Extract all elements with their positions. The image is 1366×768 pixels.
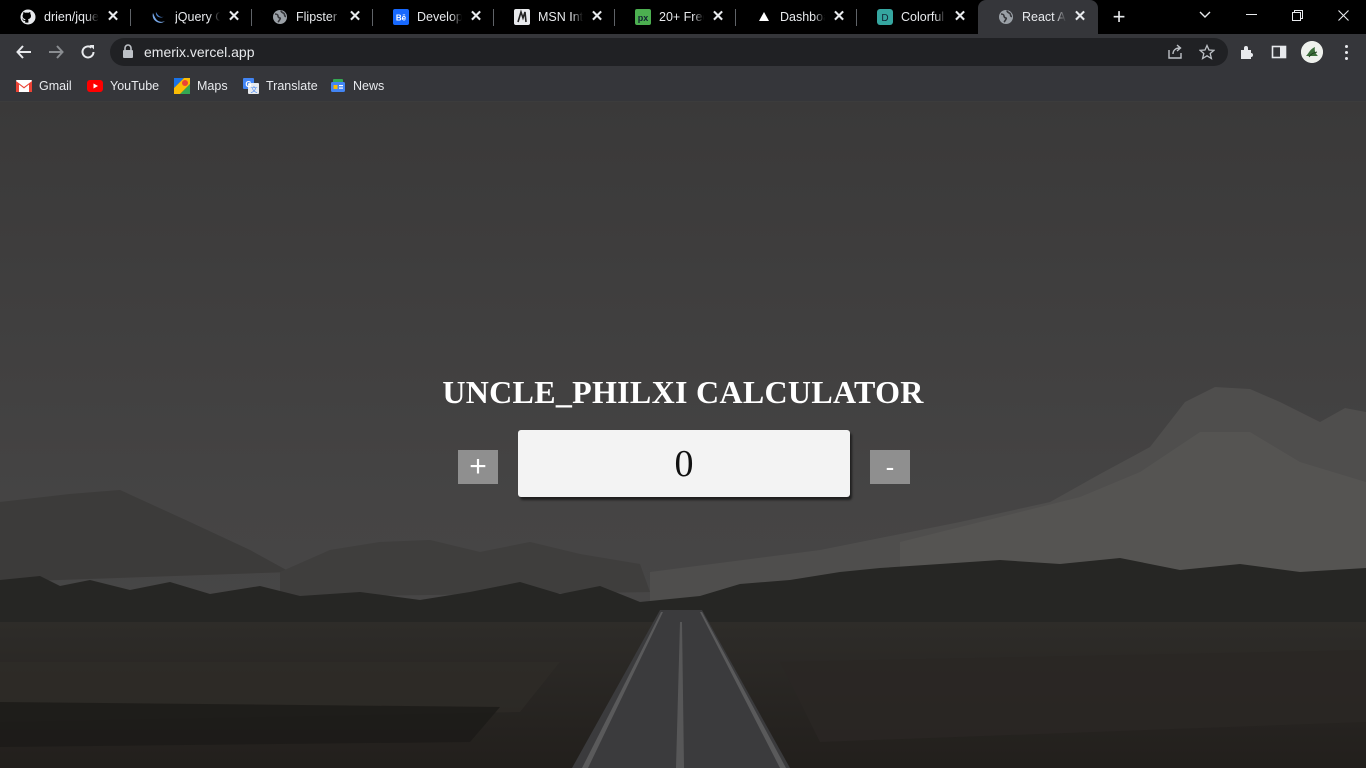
tab-free-css[interactable]: px 20+ Free CSS ✕: [615, 0, 736, 34]
bookmark-youtube[interactable]: YouTube: [87, 76, 159, 96]
svg-text:px: px: [638, 13, 649, 23]
close-icon[interactable]: ✕: [1072, 9, 1088, 25]
bookmarks-bar: Gmail YouTube Maps G文 Translate News: [0, 70, 1366, 102]
tab-dashboard[interactable]: Dashboard ✕: [736, 0, 857, 34]
tab-jquery[interactable]: jQuery CDN ✕: [131, 0, 252, 34]
close-icon: [1337, 9, 1349, 21]
bookmark-label: Translate: [266, 79, 318, 93]
address-bar[interactable]: emerix.vercel.app: [110, 38, 1228, 66]
new-tab-button[interactable]: +: [1108, 6, 1130, 28]
arrow-right-icon: [49, 45, 64, 59]
close-icon[interactable]: ✕: [347, 9, 363, 25]
minimize-icon: [1245, 14, 1257, 15]
counter-display: 0: [518, 430, 850, 497]
svg-text:D: D: [881, 13, 888, 24]
bookmark-maps[interactable]: Maps: [174, 76, 228, 96]
tab-title: Colorful Background: [901, 10, 946, 24]
svg-text:Bē: Bē: [396, 14, 407, 23]
minimize-button[interactable]: [1228, 0, 1274, 30]
tab-strip: drien/jquery ✕ jQuery CDN ✕ Flipster Dem…: [0, 0, 1366, 34]
close-icon[interactable]: ✕: [226, 9, 242, 25]
chevron-down-icon: [1199, 11, 1211, 18]
page-title: UNCLE_PHILXI CALCULATOR: [442, 374, 924, 410]
tab-react-app[interactable]: React App ✕: [978, 0, 1098, 34]
reload-icon: [81, 45, 95, 59]
bookmark-star-icon[interactable]: [1198, 43, 1216, 65]
tab-title: Flipster Demo: [296, 10, 341, 24]
close-icon[interactable]: ✕: [589, 9, 605, 25]
tab-flipster[interactable]: Flipster Demo ✕: [252, 0, 373, 34]
close-icon[interactable]: ✕: [468, 9, 484, 25]
tab-msn[interactable]: MSN Interface ✕: [494, 0, 615, 34]
menu-icon[interactable]: [1336, 42, 1356, 62]
msn-icon: [514, 9, 530, 25]
close-icon[interactable]: ✕: [105, 9, 121, 25]
arrow-left-icon: [16, 45, 31, 59]
decrement-button[interactable]: -: [870, 450, 910, 484]
bookmark-news[interactable]: News: [330, 76, 384, 96]
restore-icon: [1291, 9, 1303, 21]
news-icon: [330, 78, 346, 94]
profile-avatar[interactable]: [1301, 41, 1323, 63]
jquery-icon: [151, 9, 167, 25]
reload-button[interactable]: [74, 38, 102, 66]
github-icon: [20, 9, 36, 25]
extensions-icon[interactable]: [1237, 42, 1257, 62]
close-window-button[interactable]: [1320, 0, 1366, 30]
bookmark-label: YouTube: [110, 79, 160, 93]
back-button[interactable]: [10, 38, 38, 66]
tab-title: jQuery CDN: [175, 10, 220, 24]
close-icon[interactable]: ✕: [952, 9, 968, 25]
share-icon[interactable]: [1167, 44, 1183, 65]
behance-icon: Bē: [393, 9, 409, 25]
tab-search-button[interactable]: [1182, 0, 1228, 30]
lock-icon[interactable]: [122, 44, 134, 64]
tab-developer[interactable]: Bē Developer ✕: [373, 0, 494, 34]
tab-title: MSN Interface: [538, 10, 583, 24]
tab-title: Developer: [417, 10, 462, 24]
page-viewport: UNCLE_PHILXI CALCULATOR + 0 -: [0, 102, 1366, 768]
tab-title: React App: [1022, 10, 1066, 24]
bookmark-gmail[interactable]: Gmail: [16, 76, 72, 96]
browser-toolbar: emerix.vercel.app: [0, 34, 1366, 70]
side-panel-icon[interactable]: [1269, 42, 1289, 62]
close-icon[interactable]: ✕: [831, 9, 847, 25]
vercel-icon: [756, 9, 772, 25]
d-icon: D: [877, 9, 893, 25]
pixel-icon: px: [635, 9, 651, 25]
svg-text:文: 文: [251, 85, 258, 94]
maps-icon: [174, 78, 190, 94]
tab-colorful[interactable]: D Colorful Background ✕: [857, 0, 978, 34]
tab-title: 20+ Free CSS: [659, 10, 704, 24]
restore-button[interactable]: [1274, 0, 1320, 30]
youtube-icon: [87, 78, 103, 94]
translate-icon: G文: [243, 78, 259, 94]
counter-controls: + 0 -: [0, 430, 1366, 500]
url-text[interactable]: emerix.vercel.app: [144, 44, 255, 60]
bookmark-label: News: [353, 79, 385, 93]
gmail-icon: [16, 78, 32, 94]
tab-title: Dashboard: [780, 10, 825, 24]
tab-github[interactable]: drien/jquery ✕: [0, 0, 131, 34]
globe-icon: [998, 9, 1014, 25]
bookmark-label: Maps: [197, 79, 228, 93]
increment-button[interactable]: +: [458, 450, 498, 484]
forward-button[interactable]: [42, 38, 70, 66]
tab-title: drien/jquery: [44, 10, 99, 24]
globe-icon: [272, 9, 288, 25]
close-icon[interactable]: ✕: [710, 9, 726, 25]
bookmark-label: Gmail: [39, 79, 72, 93]
bookmark-translate[interactable]: G文 Translate: [243, 76, 318, 96]
